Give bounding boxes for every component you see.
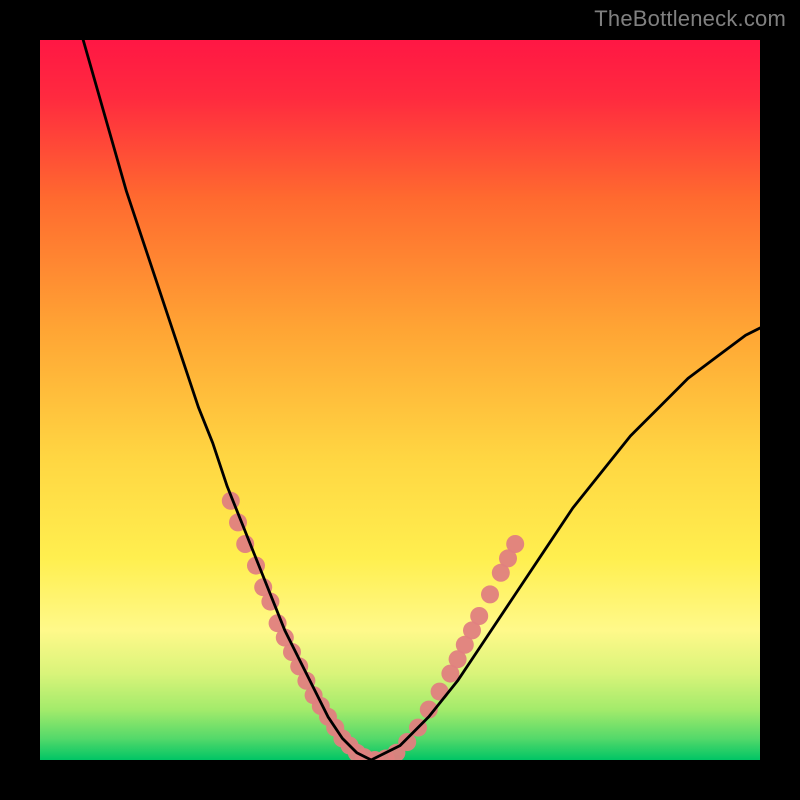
chart-svg [40, 40, 760, 760]
chart-frame: TheBottleneck.com [0, 0, 800, 800]
plot-area [40, 40, 760, 760]
watermark-text: TheBottleneck.com [594, 6, 786, 32]
gradient-background [40, 40, 760, 760]
